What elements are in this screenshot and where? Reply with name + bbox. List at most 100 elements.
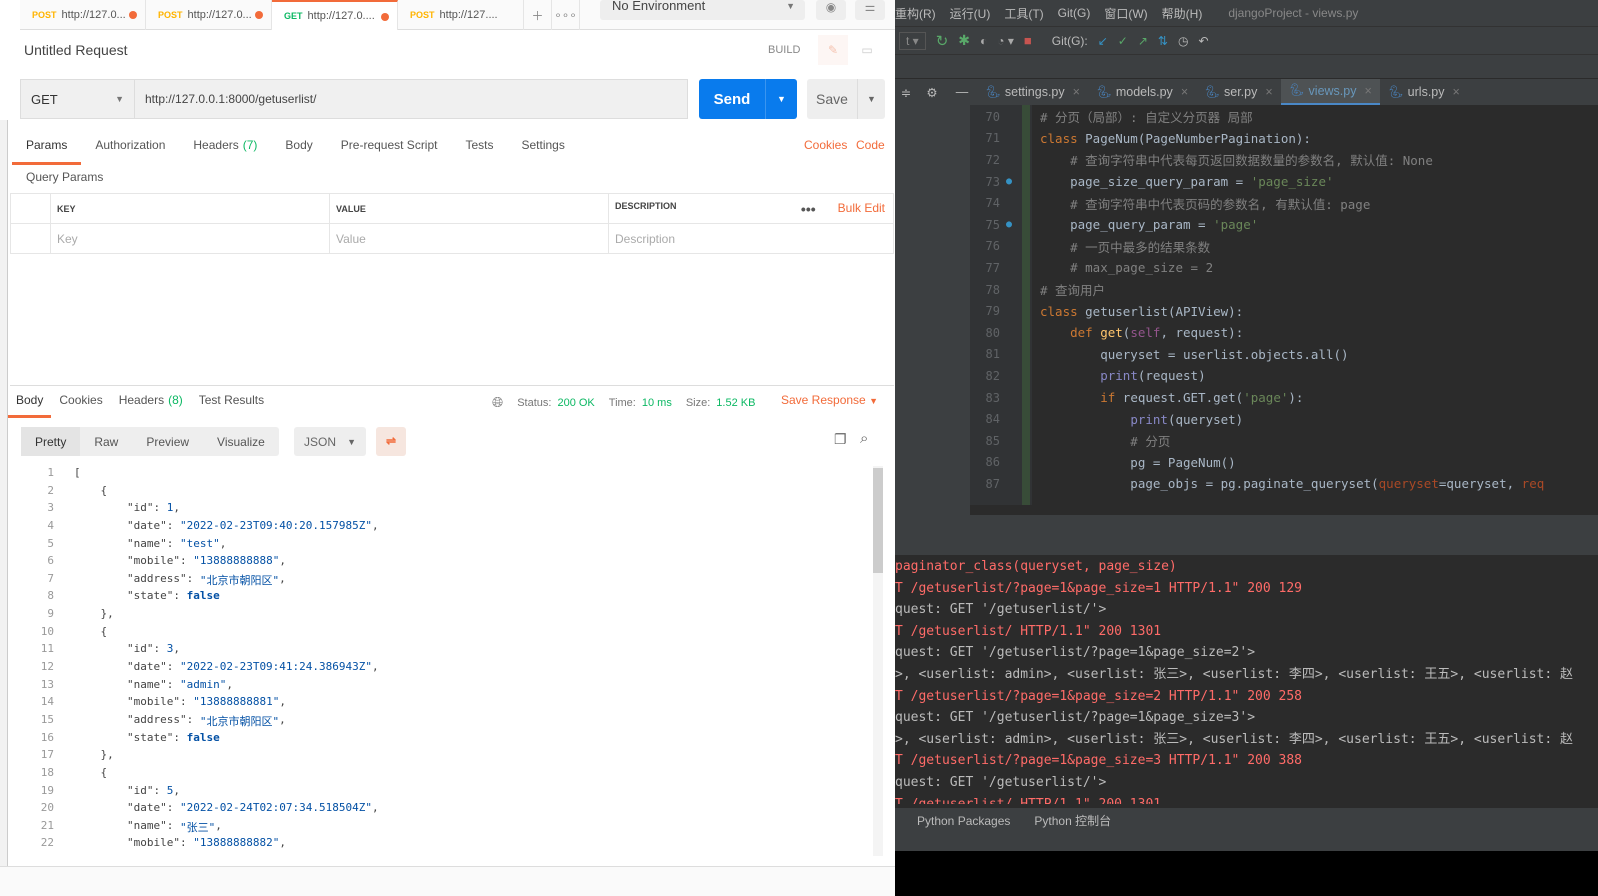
code-token: print: [1130, 411, 1168, 427]
file-tab[interactable]: 🐍︎ models.py ×: [1088, 79, 1196, 106]
view-mode-preview[interactable]: Preview: [132, 427, 203, 456]
tab-tests[interactable]: Tests: [451, 132, 507, 165]
view-mode-raw[interactable]: Raw: [80, 427, 132, 456]
close-icon[interactable]: ×: [1453, 85, 1460, 99]
save-response-button[interactable]: Save Response ▼: [781, 393, 878, 407]
view-mode-visualize[interactable]: Visualize: [203, 427, 279, 456]
sidebar-scrollbar[interactable]: [0, 120, 8, 870]
git-push-icon[interactable]: ↗: [1138, 34, 1148, 48]
collapse-icon[interactable]: ≑: [895, 85, 917, 100]
globe-icon[interactable]: 🌐︎: [492, 394, 503, 411]
code-line: 71 class PageNum(PageNumberPagination):: [970, 128, 1311, 150]
file-tab[interactable]: 🐍︎ settings.py ×: [977, 79, 1088, 106]
search-icon[interactable]: ⌕: [860, 430, 868, 447]
copy-icon[interactable]: ❐: [834, 431, 847, 448]
gear-icon[interactable]: ⚙: [917, 85, 947, 100]
environment-select[interactable]: No Environment ▼: [600, 0, 805, 20]
json-token: :: [166, 660, 180, 674]
settings-sliders-icon[interactable]: ⚌: [855, 0, 885, 20]
hide-icon[interactable]: —: [947, 85, 977, 99]
close-icon[interactable]: ×: [1265, 85, 1272, 99]
json-token: "2022-02-23T09:40:20.157985Z": [179, 518, 373, 532]
tab-pre-request-script[interactable]: Pre-request Script: [327, 132, 452, 165]
tab-body[interactable]: Body: [271, 132, 326, 165]
response-scrollbar[interactable]: [873, 466, 883, 856]
response-tab-cookies[interactable]: Cookies: [51, 393, 110, 418]
menu-item[interactable]: 重构(R): [895, 5, 936, 22]
time-value: 10 ms: [641, 396, 672, 409]
rollback-icon[interactable]: ↶: [1198, 34, 1208, 48]
menu-item[interactable]: 窗口(W): [1104, 5, 1147, 22]
tab-headers[interactable]: Headers (7): [179, 132, 271, 165]
menu-item[interactable]: Git(G): [1058, 6, 1091, 20]
pencil-icon[interactable]: ✎: [818, 35, 848, 65]
menu-item[interactable]: 运行(U): [950, 5, 991, 22]
line-number: 20: [40, 801, 54, 815]
response-tab-test-results[interactable]: Test Results: [191, 393, 272, 418]
new-tab-button[interactable]: ＋: [524, 0, 552, 30]
file-tab[interactable]: 🐍︎ urls.py ×: [1380, 79, 1468, 106]
close-icon[interactable]: ×: [1073, 85, 1080, 99]
bottom-tab[interactable]: Python Packages: [917, 814, 1010, 828]
request-tab[interactable]: GET http://127.0....: [272, 0, 398, 30]
run-console[interactable]: paginator_class(queryset, page_size) T /g…: [895, 556, 1598, 804]
response-body[interactable]: 1[2 {3 "id": 1,4 "date": "2022-02-23T09:…: [20, 466, 379, 854]
send-button[interactable]: Send ▼: [699, 79, 797, 119]
key-input[interactable]: Key: [50, 223, 330, 254]
line-number: 74: [985, 196, 1000, 211]
stop-icon[interactable]: ■: [1024, 33, 1032, 48]
format-select[interactable]: JSON ▼: [294, 427, 366, 456]
description-input[interactable]: Description: [608, 223, 894, 254]
history-icon[interactable]: ◷: [1178, 34, 1188, 48]
column-description-label: DESCRIPTION: [615, 200, 677, 211]
menu-item[interactable]: 工具(T): [1004, 5, 1043, 22]
request-tab[interactable]: POST http://127.0...: [20, 0, 146, 30]
save-options-icon[interactable]: ▼: [857, 79, 885, 119]
git-commit-icon[interactable]: ✓: [1118, 34, 1128, 48]
rerun-icon[interactable]: ↻: [936, 32, 949, 50]
tab-settings[interactable]: Settings: [508, 132, 579, 165]
postman-panel: POST http://127.0... POST http://127.0... GE…: [0, 0, 895, 896]
response-tab-body[interactable]: Body: [8, 393, 52, 418]
json-token: false: [186, 730, 220, 744]
code-line: 2 {: [20, 484, 379, 502]
file-tab[interactable]: 🐍︎ ser.py ×: [1196, 79, 1281, 106]
run-config-select[interactable]: t ▾: [899, 31, 926, 50]
wrap-lines-icon[interactable]: ⇌: [376, 427, 406, 456]
scrollbar-thumb[interactable]: [873, 468, 883, 573]
more-tabs-button[interactable]: ∘∘∘: [552, 0, 580, 30]
json-token: "id": [74, 783, 154, 797]
view-mode-pretty[interactable]: Pretty: [21, 427, 81, 456]
close-icon[interactable]: ×: [1364, 84, 1371, 98]
file-tab[interactable]: 🐍︎ views.py ×: [1280, 78, 1380, 106]
code-line: 4 "date": "2022-02-23T09:40:20.157985Z",: [20, 518, 378, 537]
tab-authorization[interactable]: Authorization: [81, 132, 179, 165]
coverage-icon[interactable]: ◐: [980, 34, 987, 48]
row-checkbox[interactable]: [10, 223, 51, 254]
menu-item[interactable]: 帮助(H): [1162, 5, 1203, 22]
url-input[interactable]: http://127.0.0.1:8000/getuserlist/: [134, 79, 688, 119]
method-select[interactable]: GET ▼: [20, 79, 134, 119]
eye-icon[interactable]: ◉: [816, 0, 846, 20]
profile-icon[interactable]: ◔ ▾: [997, 34, 1014, 48]
response-tab-headers[interactable]: Headers (8): [111, 393, 191, 418]
bulk-edit-link[interactable]: Bulk Edit: [838, 201, 885, 215]
comment-icon[interactable]: ▭: [854, 35, 880, 65]
git-update-icon[interactable]: ↙: [1098, 34, 1108, 48]
git-merge-icon[interactable]: ⇅: [1158, 34, 1168, 48]
line-number: 9: [47, 607, 54, 621]
send-options-icon[interactable]: ▼: [765, 79, 797, 119]
cookies-link[interactable]: Cookies: [804, 138, 847, 152]
save-button[interactable]: Save ▼: [807, 79, 885, 119]
code-editor[interactable]: 70 # 分页（局部）: 自定义分页器 局部 71 class PageNum(Pag…: [970, 105, 1598, 505]
tab-params[interactable]: Params: [12, 132, 82, 165]
request-tab[interactable]: POST http://127....: [398, 0, 524, 30]
code-link[interactable]: Code: [856, 138, 885, 152]
request-tab[interactable]: POST http://127.0...: [146, 0, 272, 30]
debug-icon[interactable]: ✱: [958, 32, 970, 49]
bottom-tab[interactable]: Python 控制台: [1034, 812, 1111, 829]
close-icon[interactable]: ×: [1181, 85, 1188, 99]
value-input[interactable]: Value: [329, 223, 609, 254]
method-badge: POST: [158, 10, 183, 20]
more-options-icon[interactable]: •••: [801, 201, 816, 217]
